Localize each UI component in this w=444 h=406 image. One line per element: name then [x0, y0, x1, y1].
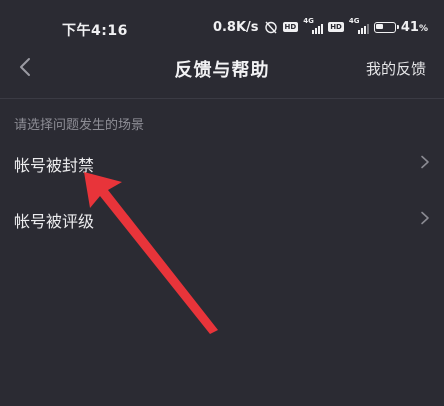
- alarm-off-icon: [264, 21, 277, 34]
- list-item-account-banned[interactable]: 帐号被封禁: [0, 136, 444, 188]
- status-icons: 0.8K/s HD 4G HD 4G 41%: [212, 17, 428, 36]
- signal-icon-sim2: 4G: [349, 17, 369, 34]
- navigation-bar: 反馈与帮助 我的反馈: [0, 44, 444, 92]
- net-speed: 0.8K/s: [212, 19, 259, 35]
- list-item-account-rated[interactable]: 帐号被评级: [0, 192, 444, 244]
- signal-icon-sim1: 4G: [303, 17, 324, 34]
- hd-badge-2: HD: [328, 22, 344, 32]
- divider: [0, 98, 444, 99]
- my-feedback-button[interactable]: 我的反馈: [366, 58, 426, 79]
- feedback-help-screen: 下午4:16 0.8K/s HD 4G HD 4G 41% 反馈与帮助 我的反馈…: [0, 0, 444, 406]
- list-item-label: 帐号被评级: [14, 212, 95, 231]
- list-item-label: 帐号被封禁: [14, 156, 95, 175]
- chevron-right-icon: [421, 211, 429, 225]
- battery-icon: [373, 21, 399, 33]
- battery-fill: [376, 24, 383, 29]
- status-time: 下午4:16: [62, 23, 128, 39]
- section-hint: 请选择问题发生的场景: [14, 118, 145, 133]
- chevron-right-icon: [421, 155, 429, 169]
- battery-percent: 41%: [400, 19, 428, 35]
- hd-badge: HD: [282, 22, 299, 32]
- status-bar: 下午4:16 0.8K/s HD 4G HD 4G 41%: [0, 0, 444, 40]
